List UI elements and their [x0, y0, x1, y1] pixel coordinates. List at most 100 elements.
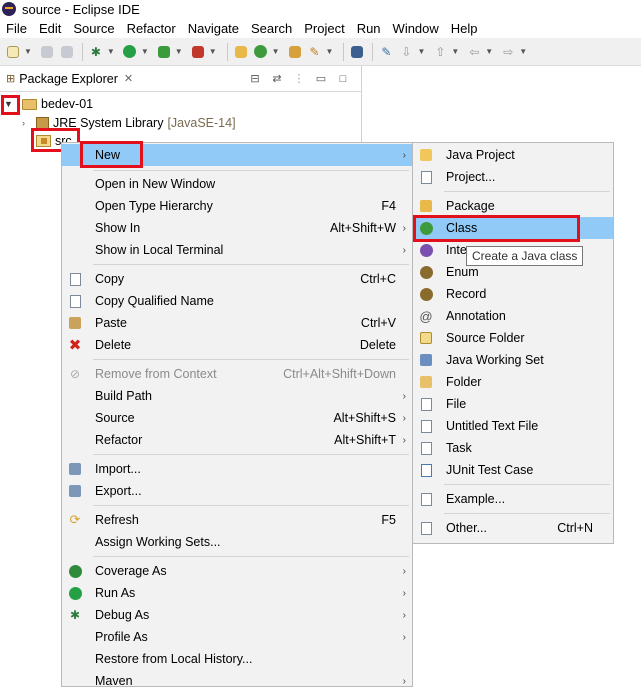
collapse-all-icon[interactable]: ⊟: [247, 72, 263, 86]
menu-item-import[interactable]: Import...: [62, 458, 412, 480]
menu-item-open-type-hierarchy[interactable]: Open Type Hierarchy F4: [62, 195, 412, 217]
menu-item-remove-from-context[interactable]: ⊘ Remove from Context Ctrl+Alt+Shift+Dow…: [62, 363, 412, 385]
submenu-item-example[interactable]: Example...: [413, 488, 613, 510]
next-annotation-dropdown-arrow-icon[interactable]: ▼: [417, 47, 425, 56]
minimize-icon[interactable]: ▭: [313, 72, 329, 86]
terminal-icon[interactable]: [348, 43, 366, 61]
working-set-icon: [418, 352, 434, 368]
menu-edit[interactable]: Edit: [33, 21, 67, 36]
new-class-dropdown-arrow-icon[interactable]: ▼: [272, 47, 280, 56]
previous-annotation-dropdown-arrow-icon[interactable]: ▼: [451, 47, 459, 56]
submenu-item-java-working-set[interactable]: Java Working Set: [413, 349, 613, 371]
debug-icon: ✱: [69, 608, 81, 622]
menu-item-refresh[interactable]: ⟳ Refresh F5: [62, 509, 412, 531]
tab-package-explorer[interactable]: ⊞ Package Explorer ✕: [0, 66, 139, 92]
new-dropdown-arrow-icon[interactable]: ▼: [24, 47, 32, 56]
java-project-icon: [418, 147, 434, 163]
save-icon[interactable]: [38, 43, 56, 61]
menu-item-label: Coverage As: [95, 564, 167, 578]
submenu-item-label: Example...: [446, 492, 506, 506]
submenu-item-source-folder[interactable]: Source Folder: [413, 327, 613, 349]
submenu-item-annotation[interactable]: @ Annotation: [413, 305, 613, 327]
forward-dropdown-arrow-icon[interactable]: ▼: [519, 47, 527, 56]
submenu-item-label: File: [446, 397, 467, 411]
toggle-mark-occurrences-icon[interactable]: ✎: [377, 43, 395, 61]
menu-source[interactable]: Source: [67, 21, 120, 36]
menu-item-refactor[interactable]: Refactor Alt+Shift+T ›: [62, 429, 412, 451]
menu-item-copy-qualified-name[interactable]: Copy Qualified Name: [62, 290, 412, 312]
submenu-item-label: Inte: [446, 243, 467, 257]
menu-search[interactable]: Search: [245, 21, 298, 36]
submenu-item-record[interactable]: Record: [413, 283, 613, 305]
import-icon: [67, 461, 83, 477]
panel-tab-bar: ⊞ Package Explorer ✕ ⊟ ⇄ ⋮ ▭ □: [0, 66, 361, 92]
open-type-icon[interactable]: [286, 43, 304, 61]
menu-item-export[interactable]: Export...: [62, 480, 412, 502]
previous-annotation-icon[interactable]: ⇧: [431, 43, 449, 61]
menu-window[interactable]: Window: [387, 21, 445, 36]
submenu-item-label: Package: [446, 199, 495, 213]
coverage-icon[interactable]: [155, 43, 173, 61]
menu-refactor[interactable]: Refactor: [121, 21, 182, 36]
submenu-item-file[interactable]: File: [413, 393, 613, 415]
close-icon[interactable]: ✕: [124, 72, 133, 85]
menu-item-profile-as[interactable]: Profile As ›: [62, 626, 412, 648]
external-tools-icon[interactable]: [189, 43, 207, 61]
menu-bar: File Edit Source Refactor Navigate Searc…: [0, 18, 641, 38]
annotation-box-class: [413, 215, 580, 242]
menu-run[interactable]: Run: [351, 21, 387, 36]
run-icon[interactable]: [121, 43, 139, 61]
save-all-icon[interactable]: [58, 43, 76, 61]
menu-item-run-as[interactable]: Run As ›: [62, 582, 412, 604]
menu-item-maven[interactable]: Maven ›: [62, 670, 412, 687]
debug-dropdown-arrow-icon[interactable]: ▼: [107, 47, 115, 56]
back-icon[interactable]: ⇦: [465, 43, 483, 61]
chevron-right-icon[interactable]: ›: [22, 118, 32, 128]
coverage-dropdown-arrow-icon[interactable]: ▼: [175, 47, 183, 56]
link-with-editor-icon[interactable]: ⇄: [269, 72, 285, 86]
search-dropdown-arrow-icon[interactable]: ▼: [326, 47, 334, 56]
menu-item-label: Show in Local Terminal: [95, 243, 224, 257]
back-dropdown-arrow-icon[interactable]: ▼: [485, 47, 493, 56]
search-icon[interactable]: ✎: [306, 43, 324, 61]
submenu-item-other[interactable]: Other... Ctrl+N: [413, 517, 613, 539]
menu-project[interactable]: Project: [298, 21, 350, 36]
enum-icon: [418, 264, 434, 280]
menu-item-show-in[interactable]: Show In Alt+Shift+W ›: [62, 217, 412, 239]
menu-file[interactable]: File: [0, 21, 33, 36]
main-toolbar: ▼ ✱ ▼ ▼ ▼ ▼ ▼ ✎ ▼ ✎ ⇩ ▼ ⇧ ▼ ⇦ ▼ ⇨ ▼: [0, 38, 641, 66]
menu-item-restore-history[interactable]: Restore from Local History...: [62, 648, 412, 670]
new-java-package-icon[interactable]: [232, 43, 250, 61]
new-java-class-icon[interactable]: [252, 43, 270, 61]
forward-icon[interactable]: ⇨: [499, 43, 517, 61]
next-annotation-icon[interactable]: ⇩: [397, 43, 415, 61]
submenu-item-label: Source Folder: [446, 331, 525, 345]
run-dropdown-arrow-icon[interactable]: ▼: [141, 47, 149, 56]
submenu-item-java-project[interactable]: Java Project: [413, 144, 613, 166]
submenu-item-task[interactable]: Task: [413, 437, 613, 459]
submenu-item-folder[interactable]: Folder: [413, 371, 613, 393]
record-icon: [418, 286, 434, 302]
maximize-icon[interactable]: □: [335, 72, 351, 86]
menu-item-coverage-as[interactable]: Coverage As ›: [62, 560, 412, 582]
menu-help[interactable]: Help: [445, 21, 484, 36]
menu-item-source[interactable]: Source Alt+Shift+S ›: [62, 407, 412, 429]
menu-item-open-new-window[interactable]: Open in New Window: [62, 173, 412, 195]
submenu-item-junit-test-case[interactable]: JUnit Test Case: [413, 459, 613, 481]
debug-icon[interactable]: ✱: [87, 43, 105, 61]
menu-item-debug-as[interactable]: ✱ Debug As ›: [62, 604, 412, 626]
menu-item-assign-working-sets[interactable]: Assign Working Sets...: [62, 531, 412, 553]
submenu-arrow-icon: ›: [402, 244, 406, 256]
submenu-item-untitled-text-file[interactable]: Untitled Text File: [413, 415, 613, 437]
new-icon[interactable]: [4, 43, 22, 61]
menu-item-delete[interactable]: ✖ Delete Delete: [62, 334, 412, 356]
menu-item-copy[interactable]: Copy Ctrl+C: [62, 268, 412, 290]
menu-navigate[interactable]: Navigate: [182, 21, 245, 36]
menu-item-paste[interactable]: Paste Ctrl+V: [62, 312, 412, 334]
menu-item-build-path[interactable]: Build Path ›: [62, 385, 412, 407]
submenu-item-project[interactable]: Project...: [413, 166, 613, 188]
menu-item-show-in-terminal[interactable]: Show in Local Terminal ›: [62, 239, 412, 261]
submenu-item-package[interactable]: Package: [413, 195, 613, 217]
external-tools-dropdown-arrow-icon[interactable]: ▼: [209, 47, 217, 56]
filters-icon[interactable]: ⋮: [291, 72, 307, 86]
